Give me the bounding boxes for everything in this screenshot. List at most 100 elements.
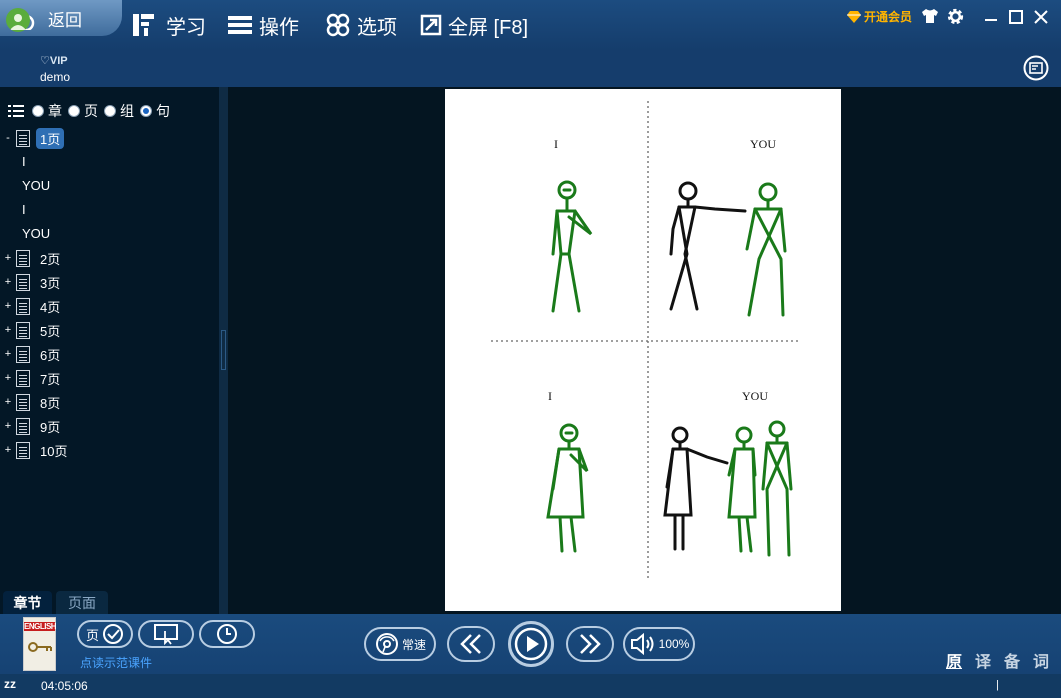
fullscreen-label: 全屏 [F8] bbox=[448, 16, 529, 39]
figure-man-you-2[interactable] bbox=[761, 420, 793, 557]
tree-item-label: 6页 bbox=[40, 347, 61, 363]
options-menu[interactable]: 选项 bbox=[325, 10, 397, 40]
speedometer-icon bbox=[375, 633, 398, 655]
previous-button[interactable] bbox=[447, 626, 495, 662]
expand-toggle[interactable]: + bbox=[4, 396, 12, 408]
page-icon bbox=[16, 441, 30, 459]
top-toolbar: 返回 学习 操作 选项 全屏 [F8] 开通会员 bbox=[0, 0, 1061, 50]
learn-label: 学习 bbox=[166, 16, 206, 39]
fullscreen-menu[interactable]: 全屏 [F8] bbox=[420, 10, 528, 40]
tree-item-page-10[interactable]: + 10页 bbox=[0, 439, 67, 461]
figure-woman-pointing[interactable] bbox=[663, 426, 729, 551]
skin-icon[interactable] bbox=[921, 8, 939, 24]
tree-item-page-9[interactable]: + 9页 bbox=[0, 415, 60, 437]
diamond-icon bbox=[847, 10, 861, 23]
expand-toggle[interactable]: + bbox=[4, 420, 12, 432]
book-cover-thumbnail[interactable]: ENGLISH bbox=[23, 617, 57, 671]
check-circle-icon bbox=[103, 624, 123, 644]
page-icon bbox=[16, 321, 30, 339]
maximize-icon[interactable] bbox=[1009, 10, 1023, 24]
mode-radio-group[interactable] bbox=[104, 105, 116, 117]
mode-label-page: 页 bbox=[84, 103, 98, 119]
original-text-toggle[interactable]: 原 bbox=[946, 648, 962, 672]
learn-menu[interactable]: 学习 bbox=[130, 10, 206, 40]
speed-button[interactable]: 常速 bbox=[364, 627, 436, 661]
timer-button[interactable] bbox=[199, 620, 255, 648]
tree-item-page-8[interactable]: + 8页 bbox=[0, 391, 60, 413]
expand-toggle[interactable]: + bbox=[4, 276, 12, 288]
sentence-item[interactable]: YOU bbox=[22, 178, 50, 193]
tree-item-label: 7页 bbox=[40, 371, 61, 387]
vocabulary-toggle[interactable]: 词 bbox=[1033, 648, 1049, 672]
volume-button[interactable]: 100% bbox=[623, 627, 695, 661]
notes-toggle[interactable]: 备 bbox=[1004, 648, 1020, 672]
operate-menu[interactable]: 操作 bbox=[227, 10, 299, 40]
expand-toggle[interactable]: + bbox=[4, 444, 12, 456]
sentence-item[interactable]: I bbox=[22, 154, 26, 169]
label-you-bottom[interactable]: YOU bbox=[742, 389, 768, 403]
tab-page[interactable]: 页面 bbox=[56, 591, 108, 614]
username: demo bbox=[40, 70, 71, 84]
tree-item-page-7[interactable]: + 7页 bbox=[0, 367, 60, 389]
minimize-icon[interactable] bbox=[984, 10, 998, 24]
tree-item-label: 1页 bbox=[36, 127, 65, 149]
speaker-icon bbox=[630, 632, 654, 656]
book-page[interactable]: I YOU I YOU bbox=[445, 89, 841, 611]
screen-click-button[interactable] bbox=[138, 620, 194, 648]
open-vip-label: 开通会员 bbox=[864, 10, 913, 24]
avatar[interactable] bbox=[6, 8, 30, 32]
mode-radio-page[interactable] bbox=[68, 105, 80, 117]
mode-label-chapter: 章 bbox=[48, 103, 62, 119]
back-label: 返回 bbox=[48, 10, 82, 30]
notes-icon[interactable] bbox=[1023, 55, 1049, 81]
open-vip-button[interactable]: 开通会员 bbox=[846, 8, 912, 25]
expand-toggle[interactable]: + bbox=[4, 372, 12, 384]
page-icon bbox=[16, 369, 30, 387]
tree-item-page-2[interactable]: + 2页 bbox=[0, 247, 60, 269]
demo-courseware-link[interactable]: 点读示范课件 bbox=[80, 654, 152, 671]
double-chevron-left-icon bbox=[460, 634, 481, 654]
splitter-handle[interactable] bbox=[221, 330, 226, 370]
mode-label-sentence: 句 bbox=[156, 103, 170, 119]
label-you-top[interactable]: YOU bbox=[750, 137, 776, 151]
figure-man-you[interactable] bbox=[745, 182, 787, 317]
expand-toggle[interactable]: + bbox=[4, 348, 12, 360]
play-button[interactable] bbox=[508, 621, 554, 667]
tree-item-page-6[interactable]: + 6页 bbox=[0, 343, 60, 365]
page-icon bbox=[16, 273, 30, 291]
figure-man-self[interactable] bbox=[551, 180, 593, 313]
mode-radio-chapter[interactable] bbox=[32, 105, 44, 117]
next-button[interactable] bbox=[566, 626, 614, 662]
speed-label: 常速 bbox=[401, 637, 426, 652]
tree-item-page-3[interactable]: + 3页 bbox=[0, 271, 60, 293]
figure-woman-you[interactable] bbox=[727, 426, 757, 553]
collapse-toggle[interactable]: - bbox=[4, 132, 12, 144]
expand-toggle[interactable]: + bbox=[4, 300, 12, 312]
status-divider-icon: | bbox=[996, 679, 999, 691]
tree-item-page-5[interactable]: + 5页 bbox=[0, 319, 60, 341]
text-mode-row: 原 译 备 词 bbox=[946, 648, 1061, 672]
figure-woman-self[interactable] bbox=[546, 423, 589, 553]
translation-toggle[interactable]: 译 bbox=[975, 648, 991, 672]
tree-item-page-4[interactable]: + 4页 bbox=[0, 295, 60, 317]
close-icon[interactable] bbox=[1034, 10, 1048, 24]
label-i-top[interactable]: I bbox=[554, 137, 558, 151]
label-i-bottom[interactable]: I bbox=[548, 389, 552, 403]
tree-item-page-1[interactable]: - 1页 bbox=[0, 127, 65, 149]
mode-label-group: 组 bbox=[120, 103, 134, 119]
sleep-icon[interactable]: zz bbox=[4, 677, 16, 691]
figure-man-pointing[interactable] bbox=[669, 181, 747, 311]
expand-toggle[interactable]: + bbox=[4, 324, 12, 336]
expand-toggle[interactable]: + bbox=[4, 252, 12, 264]
tab-chapter[interactable]: 章节 bbox=[3, 591, 52, 614]
mode-radio-sentence[interactable] bbox=[140, 105, 152, 117]
gear-icon[interactable] bbox=[946, 7, 965, 26]
options-label: 选项 bbox=[357, 16, 397, 39]
sentence-item[interactable]: YOU bbox=[22, 226, 50, 241]
status-bar bbox=[0, 674, 1061, 698]
tree-item-label: 9页 bbox=[40, 419, 61, 435]
page-icon bbox=[16, 417, 30, 435]
tree-item-label: 3页 bbox=[40, 275, 61, 291]
sentence-item[interactable]: I bbox=[22, 202, 26, 217]
page-check-button[interactable]: 页 bbox=[77, 620, 133, 648]
